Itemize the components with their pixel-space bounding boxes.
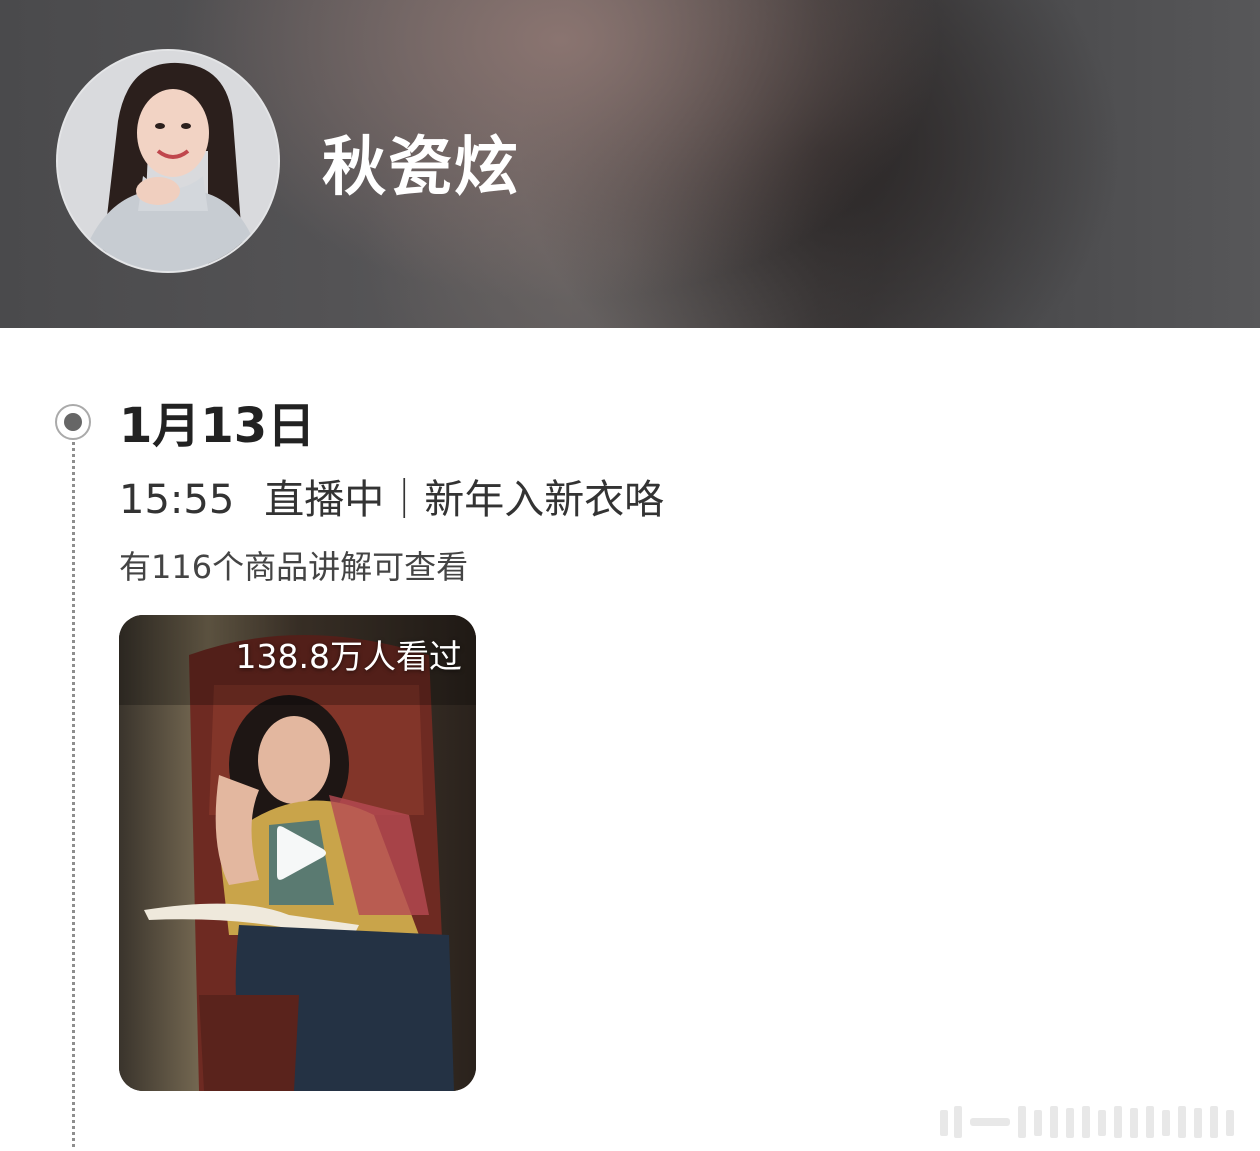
avatar[interactable] xyxy=(56,49,280,273)
live-replay-page: 秋瓷炫 1月13日 15:55 直播中｜新年入新衣咯 有116个商品讲解可查看 xyxy=(0,0,1260,1151)
play-icon[interactable] xyxy=(271,821,329,885)
view-count: 138.8万人看过 xyxy=(235,637,462,676)
profile-name: 秋瓷炫 xyxy=(322,131,520,205)
entry-title-text: 直播中｜新年入新衣咯 xyxy=(264,477,665,523)
timeline-line xyxy=(72,442,75,1147)
watermark-logo xyxy=(940,1106,1234,1138)
entry-time: 15:55 xyxy=(119,477,235,523)
entry-subtitle: 有116个商品讲解可查看 xyxy=(119,548,469,586)
entry-title[interactable]: 15:55 直播中｜新年入新衣咯 xyxy=(119,474,664,526)
video-card[interactable]: 138.8万人看过 xyxy=(119,615,476,1091)
entry-date: 1月13日 xyxy=(119,398,316,454)
profile-header-banner: 秋瓷炫 xyxy=(0,0,1260,328)
radio-dot-icon xyxy=(55,404,91,440)
